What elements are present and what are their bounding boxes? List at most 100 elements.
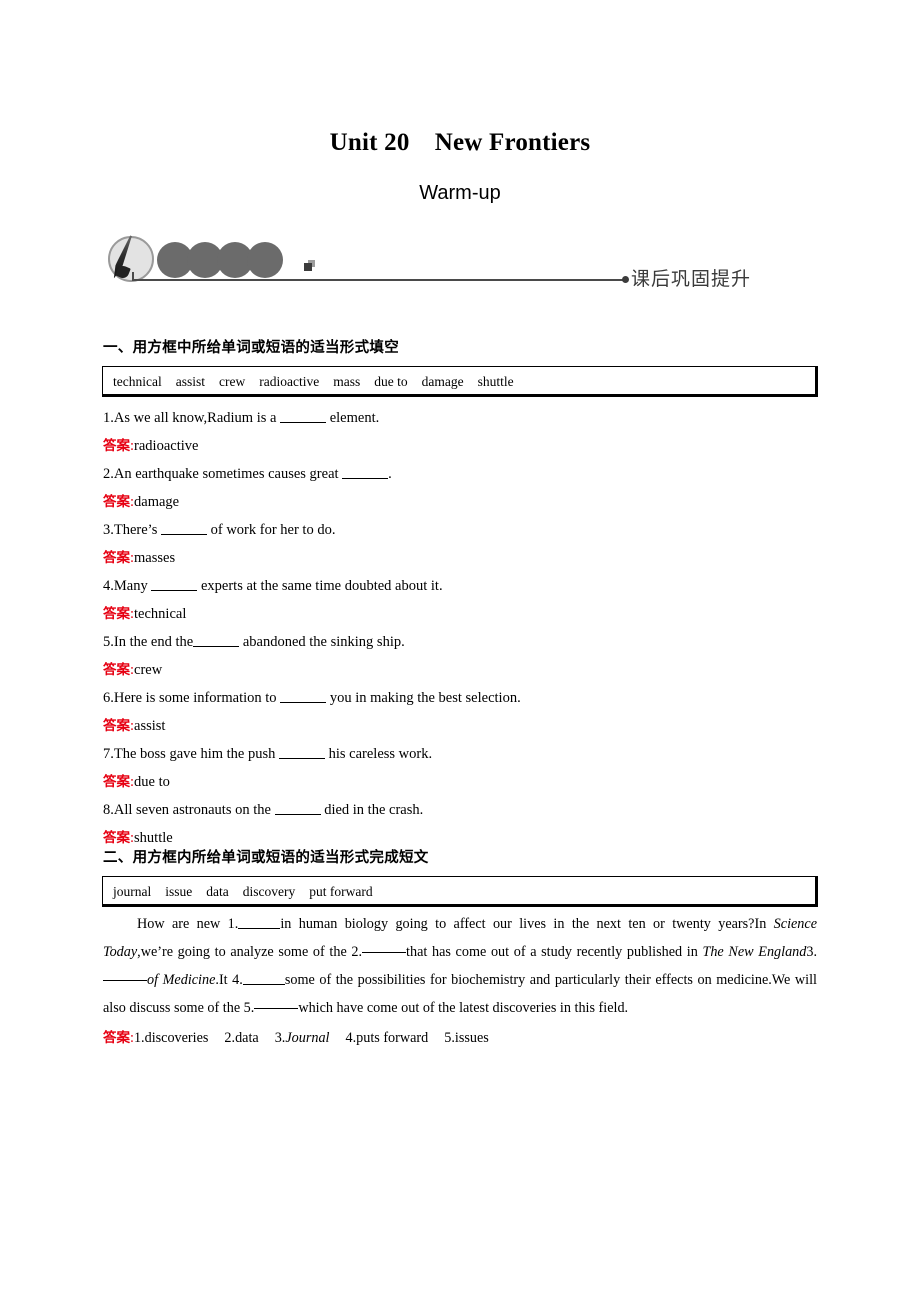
cloze-passage: How are new 1. in human biology going to … — [103, 910, 817, 1022]
answer-blank[interactable] — [342, 465, 389, 479]
word-bank-item: data — [206, 884, 229, 899]
question-text-before: As we all know,Radium is a — [113, 410, 281, 426]
passage-seg-1: How are new 1. — [137, 916, 239, 932]
word-bank-item: radioactive — [259, 374, 320, 389]
answer-blank[interactable] — [280, 409, 327, 423]
cloze-blank[interactable] — [362, 952, 407, 953]
question-line: 4.Many experts at the same time doubted … — [103, 572, 843, 600]
passage-title-of-medicine: of Medicine — [147, 972, 216, 988]
answer-blank[interactable] — [279, 745, 325, 759]
answer-value: shuttle — [134, 830, 173, 846]
question-number: 4. — [103, 578, 114, 594]
banner-dot-4 — [247, 242, 283, 278]
answer-label: 答案 — [103, 1030, 130, 1045]
cloze-answer-item: 4.puts forward — [345, 1030, 428, 1046]
passage-seg-5: 3. — [806, 944, 817, 960]
question-text-before: All seven astronauts on the — [113, 802, 275, 818]
word-bank-item: discovery — [242, 884, 296, 899]
answer-value: radioactive — [134, 438, 199, 454]
passage-seg-6: .It 4. — [215, 972, 243, 988]
answer-blank[interactable] — [274, 801, 321, 815]
cloze-answer-number: 3. — [274, 1030, 286, 1046]
question-text-before: In the end the — [113, 634, 194, 650]
question-line: 2.An earthquake sometimes causes great . — [103, 460, 843, 488]
answer-value: due to — [134, 774, 170, 790]
question-number: 7. — [103, 746, 114, 762]
answer-label: 答案 — [103, 494, 130, 509]
question-number: 1. — [103, 410, 114, 426]
word-bank-item: damage — [421, 374, 464, 389]
cloze-blank[interactable] — [254, 1008, 299, 1009]
cloze-answer-value: Journal — [285, 1030, 330, 1046]
answer-blank[interactable] — [160, 521, 207, 535]
word-bank-item: crew — [219, 374, 246, 389]
section-2-heading: 二、用方框内所给单词或短语的适当形式完成短文 — [103, 850, 429, 866]
answer-blank[interactable] — [151, 577, 198, 591]
answer-line: 答案:crew — [103, 656, 843, 684]
answer-line: 答案:technical — [103, 600, 843, 628]
answer-label: 答案 — [103, 774, 130, 789]
cloze-blank[interactable] — [238, 916, 281, 929]
word-bank-1: technical assist crew radioactive mass due to… — [102, 366, 818, 397]
cloze-answer-item: 2.data — [224, 1030, 258, 1046]
section-banner: 课后巩固提升 — [104, 232, 814, 290]
question-text-after: you in making the best selection. — [326, 690, 521, 706]
answer-line: 答案:assist — [103, 712, 843, 740]
question-text-after: died in the crash. — [320, 802, 424, 818]
worksheet-page: Unit 20 New Frontiers Warm-up 课后巩固提升 一、用… — [0, 0, 920, 1302]
cloze-answer-item: 5.issues — [444, 1030, 489, 1046]
question-text-after: experts at the same time doubted about i… — [197, 578, 443, 594]
question-list-1: 1.As we all know,Radium is a element. 答案:… — [103, 404, 843, 852]
answer-label: 答案 — [103, 438, 130, 453]
answer-value: masses — [134, 550, 176, 566]
answer-line: 答案:radioactive — [103, 432, 843, 460]
answer-blank[interactable] — [280, 689, 327, 703]
banner-label: 课后巩固提升 — [631, 269, 752, 290]
cloze-blank[interactable] — [242, 972, 285, 985]
cloze-answer-number: 4. — [345, 1030, 357, 1046]
question-number: 5. — [103, 634, 114, 650]
question-line: 6.Here is some information to you in mak… — [103, 684, 843, 712]
cloze-blank[interactable] — [103, 980, 147, 981]
passage-seg-2: in human biology going to affect our liv… — [280, 916, 774, 932]
word-bank-item: issue — [165, 884, 193, 899]
question-text-after: element. — [326, 410, 380, 426]
cloze-answer-number: 1. — [133, 1030, 145, 1046]
double-square-icon — [304, 260, 315, 271]
answer-value: damage — [134, 494, 180, 510]
cloze-answer-number: 5. — [444, 1030, 455, 1046]
cloze-answer-value: puts forward — [356, 1030, 429, 1046]
cloze-answer-line: 答案:1.discoveries 2.data 3.Journal 4.puts fo… — [103, 1026, 489, 1050]
answer-line: 答案:due to — [103, 768, 843, 796]
question-text-before: The boss gave him the push — [113, 746, 279, 762]
answer-label: 答案 — [103, 606, 130, 621]
word-bank-item: put forward — [309, 884, 373, 899]
word-bank-2: journal issue data discovery put forward — [102, 876, 818, 907]
answer-line: 答案:masses — [103, 544, 843, 572]
question-text-after: . — [388, 466, 392, 482]
answer-value: technical — [134, 606, 187, 622]
question-text-before: Many — [113, 578, 152, 594]
answer-blank[interactable] — [193, 633, 240, 647]
passage-title-new-england: The New England — [702, 944, 807, 960]
answer-value: crew — [134, 662, 163, 678]
answer-line: 答案:damage — [103, 488, 843, 516]
answer-label: 答案 — [103, 550, 130, 565]
section-1-heading: 一、用方框中所给单词或短语的适当形式填空 — [103, 340, 399, 356]
passage-seg-8: which have come out of the latest discov… — [298, 1000, 629, 1016]
question-number: 3. — [103, 522, 114, 538]
cloze-answer-value: discoveries — [144, 1030, 209, 1046]
question-line: 8.All seven astronauts on the died in th… — [103, 796, 843, 824]
question-text-after: his careless work. — [325, 746, 433, 762]
passage-seg-4: that has come out of a study recently pu… — [406, 944, 703, 960]
question-line: 1.As we all know,Radium is a element. — [103, 404, 843, 432]
question-line: 3.There’s of work for her to do. — [103, 516, 843, 544]
page-subtitle: Warm-up — [419, 182, 501, 204]
question-line: 5.In the end the abandoned the sinking s… — [103, 628, 843, 656]
banner-bullet-icon — [622, 276, 629, 283]
answer-label: 答案 — [103, 718, 130, 733]
word-bank-item: due to — [374, 374, 408, 389]
question-number: 6. — [103, 690, 114, 706]
cloze-answer-value: data — [235, 1030, 259, 1046]
word-bank-item: shuttle — [477, 374, 514, 389]
